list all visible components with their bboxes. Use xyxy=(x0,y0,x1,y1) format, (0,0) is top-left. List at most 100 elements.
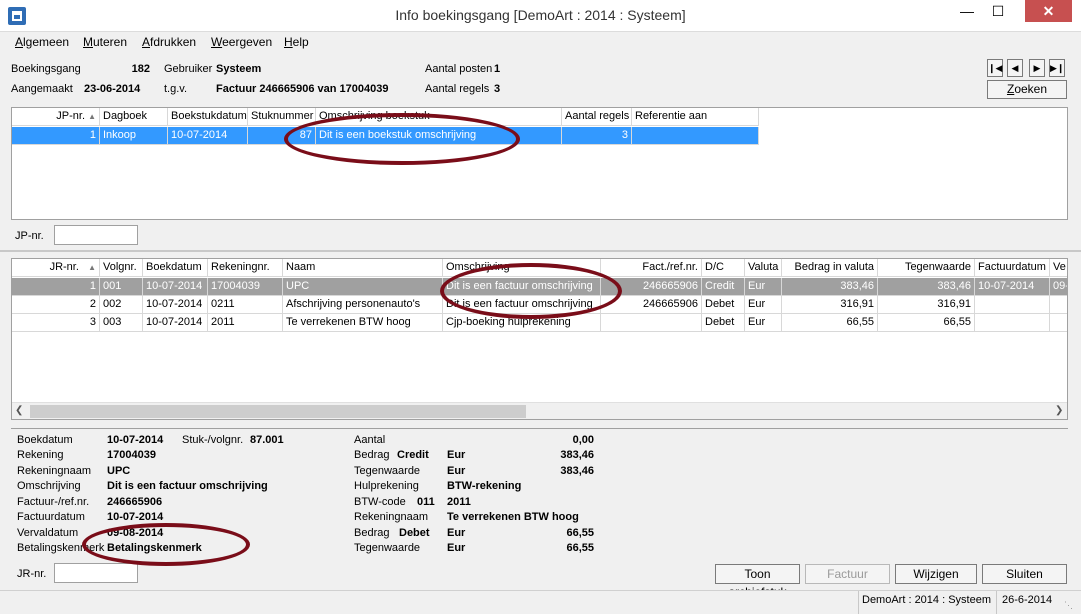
jr-cell: 09- xyxy=(1050,278,1067,296)
jr-col-tegenwaarde[interactable]: Tegenwaarde xyxy=(878,259,975,277)
jr-cell: 0211 xyxy=(208,296,283,314)
btwcode-value: 2011 xyxy=(447,496,471,508)
jp-col-boekstukdatum[interactable]: Boekstukdatum xyxy=(168,108,248,126)
jp-cell-boekstukdatum: 10-07-2014 xyxy=(168,127,248,145)
menu-weergeven[interactable]: Weergeven xyxy=(211,35,272,49)
jp-filter-input[interactable] xyxy=(54,225,138,245)
jr-cell: 1 xyxy=(12,278,100,296)
jr-cell: Cjp-boeking hulprekening xyxy=(443,314,601,332)
jr-col-bedrag[interactable]: Bedrag in valuta xyxy=(782,259,878,277)
status-divider xyxy=(858,591,859,614)
tegenwaarde1-value: 383,46 xyxy=(560,465,594,477)
jp-col-stuknummer[interactable]: Stuknummer xyxy=(248,108,316,126)
jr-cell: Te verrekenen BTW hoog xyxy=(283,314,443,332)
next-record-icon: ▶ xyxy=(1033,63,1041,73)
details-panel xyxy=(11,428,1068,560)
sort-asc-icon: ▲ xyxy=(88,112,96,121)
first-record-button[interactable]: ❙◀ xyxy=(987,59,1003,77)
omschrijving-value: Dit is een factuur omschrijving xyxy=(107,480,268,492)
jr-col-boekdatum[interactable]: Boekdatum xyxy=(143,259,208,277)
btwcode-code: 011 xyxy=(417,496,435,508)
status-divider xyxy=(996,591,997,614)
edit-button[interactable]: Wijzigen xyxy=(895,564,977,584)
factuur-value: 246665906 xyxy=(107,496,163,508)
next-record-button[interactable]: ▶ xyxy=(1029,59,1045,77)
menu-help[interactable]: Help xyxy=(284,35,309,49)
jr-col-vervaldatum[interactable]: Ve xyxy=(1050,259,1067,277)
minimize-icon[interactable]: — xyxy=(953,0,981,22)
menu-muteren[interactable]: Muteren xyxy=(83,35,127,49)
bedrag2-currency: Eur xyxy=(447,527,466,539)
jr-cell: 246665906 xyxy=(601,296,702,314)
close-icon[interactable]: ✕ xyxy=(1025,0,1072,22)
menu-afdrukken[interactable]: Afdrukken xyxy=(142,35,196,49)
scrollbar-thumb[interactable] xyxy=(30,405,526,418)
jr-cell: 66,55 xyxy=(878,314,975,332)
invoice-button[interactable]: Factuur xyxy=(805,564,890,584)
horizontal-scrollbar[interactable]: ❮ ❯ xyxy=(12,402,1067,419)
bedrag1-label: Bedrag xyxy=(354,449,390,461)
jr-filter-input[interactable] xyxy=(54,563,138,583)
maximize-icon[interactable]: ☐ xyxy=(984,0,1012,22)
jp-cell-referentie xyxy=(632,127,759,145)
jp-cell-stuknummer: 87 xyxy=(248,127,316,145)
menu-algemeen[interactable]: Algemeen xyxy=(15,35,69,49)
jr-cell: 383,46 xyxy=(782,278,878,296)
scroll-right-icon[interactable]: ❯ xyxy=(1055,403,1063,419)
jr-col-factuurdatum[interactable]: Factuurdatum xyxy=(975,259,1050,277)
window-title: Info boekingsgang [DemoArt : 2014 : Syst… xyxy=(395,7,686,23)
prev-record-button[interactable]: ◀ xyxy=(1007,59,1023,77)
vervaldatum-value: 09-08-2014 xyxy=(107,527,164,539)
jr-col-dc[interactable]: D/C xyxy=(702,259,745,277)
stuk-label: Stuk-/volgnr. xyxy=(182,434,244,446)
jp-col-dagboek[interactable]: Dagboek xyxy=(100,108,168,126)
last-record-icon: ▶❙ xyxy=(1050,63,1065,73)
status-context: DemoArt : 2014 : Systeem xyxy=(862,594,991,606)
rekening-value: 17004039 xyxy=(107,449,156,461)
close-button[interactable]: Sluiten xyxy=(982,564,1067,584)
factuurdatum-value: 10-07-2014 xyxy=(107,511,164,523)
jr-col-factref[interactable]: Fact./ref.nr. xyxy=(601,259,702,277)
bedrag1-value: 383,46 xyxy=(560,449,594,461)
jr-col-rekeningnr[interactable]: Rekeningnr. xyxy=(208,259,283,277)
tgv-label: t.g.v. xyxy=(164,83,188,95)
jr-col-naam[interactable]: Naam xyxy=(283,259,443,277)
status-bar: DemoArt : 2014 : Systeem 26-6-2014 ⋱ xyxy=(0,590,1081,614)
gebruiker-label: Gebruiker xyxy=(164,63,213,75)
jr-col-omschrijving[interactable]: Omschrijving xyxy=(443,259,601,277)
search-button[interactable]: Zoeken xyxy=(987,80,1067,99)
rekeningnaam2-value: Te verrekenen BTW hoog xyxy=(447,511,579,523)
jr-cell: 001 xyxy=(100,278,143,296)
jr-col-volgnr[interactable]: Volgnr. xyxy=(100,259,143,277)
last-record-button[interactable]: ▶❙ xyxy=(1049,59,1065,77)
factuur-label: Factuur-/ref.nr. xyxy=(17,496,90,508)
jr-cell: 17004039 xyxy=(208,278,283,296)
jr-col-valuta[interactable]: Valuta xyxy=(745,259,782,277)
stuk-value: 87.001 xyxy=(250,434,284,446)
vervaldatum-label: Vervaldatum xyxy=(17,527,79,539)
jp-col-aantal-regels[interactable]: Aantal regels xyxy=(562,108,632,126)
rekeningnaam2-label: Rekeningnaam xyxy=(354,511,428,523)
hulprekening-label: Hulprekening xyxy=(354,480,419,492)
aantal-posten-label: Aantal posten xyxy=(425,63,493,75)
jr-col-jrnr[interactable]: JR-nr. ▲ xyxy=(12,259,100,277)
aantal-posten-value: 1 xyxy=(494,63,501,75)
show-archive-button[interactable]: Toon archiefstuk xyxy=(715,564,800,599)
jp-filter-label: JP-nr. xyxy=(15,230,44,242)
resize-grip-icon[interactable]: ⋱ xyxy=(1064,599,1076,611)
jr-cell: 316,91 xyxy=(878,296,975,314)
jr-cell: 003 xyxy=(100,314,143,332)
splitter[interactable] xyxy=(0,250,1081,252)
jr-cell: Credit xyxy=(702,278,745,296)
jp-col-referentie[interactable]: Referentie aan xyxy=(632,108,759,126)
tegenwaarde1-label: Tegenwaarde xyxy=(354,465,421,477)
scroll-left-icon[interactable]: ❮ xyxy=(15,403,23,419)
jp-cell-dagboek: Inkoop xyxy=(100,127,168,145)
jr-cell: Dit is een factuur omschrijving xyxy=(443,296,601,314)
betalingskenmerk-label: Betalingskenmerk xyxy=(17,542,105,554)
bedrag2-value: 66,55 xyxy=(566,527,594,539)
jr-cell: 2 xyxy=(12,296,100,314)
jp-col-jpnr[interactable]: JP-nr. ▲ xyxy=(12,108,100,126)
jp-col-omschrijving[interactable]: Omschrijving boekstuk xyxy=(316,108,562,126)
menu-bar: Algemeen Muteren Afdrukken Weergeven Hel… xyxy=(0,32,1081,52)
